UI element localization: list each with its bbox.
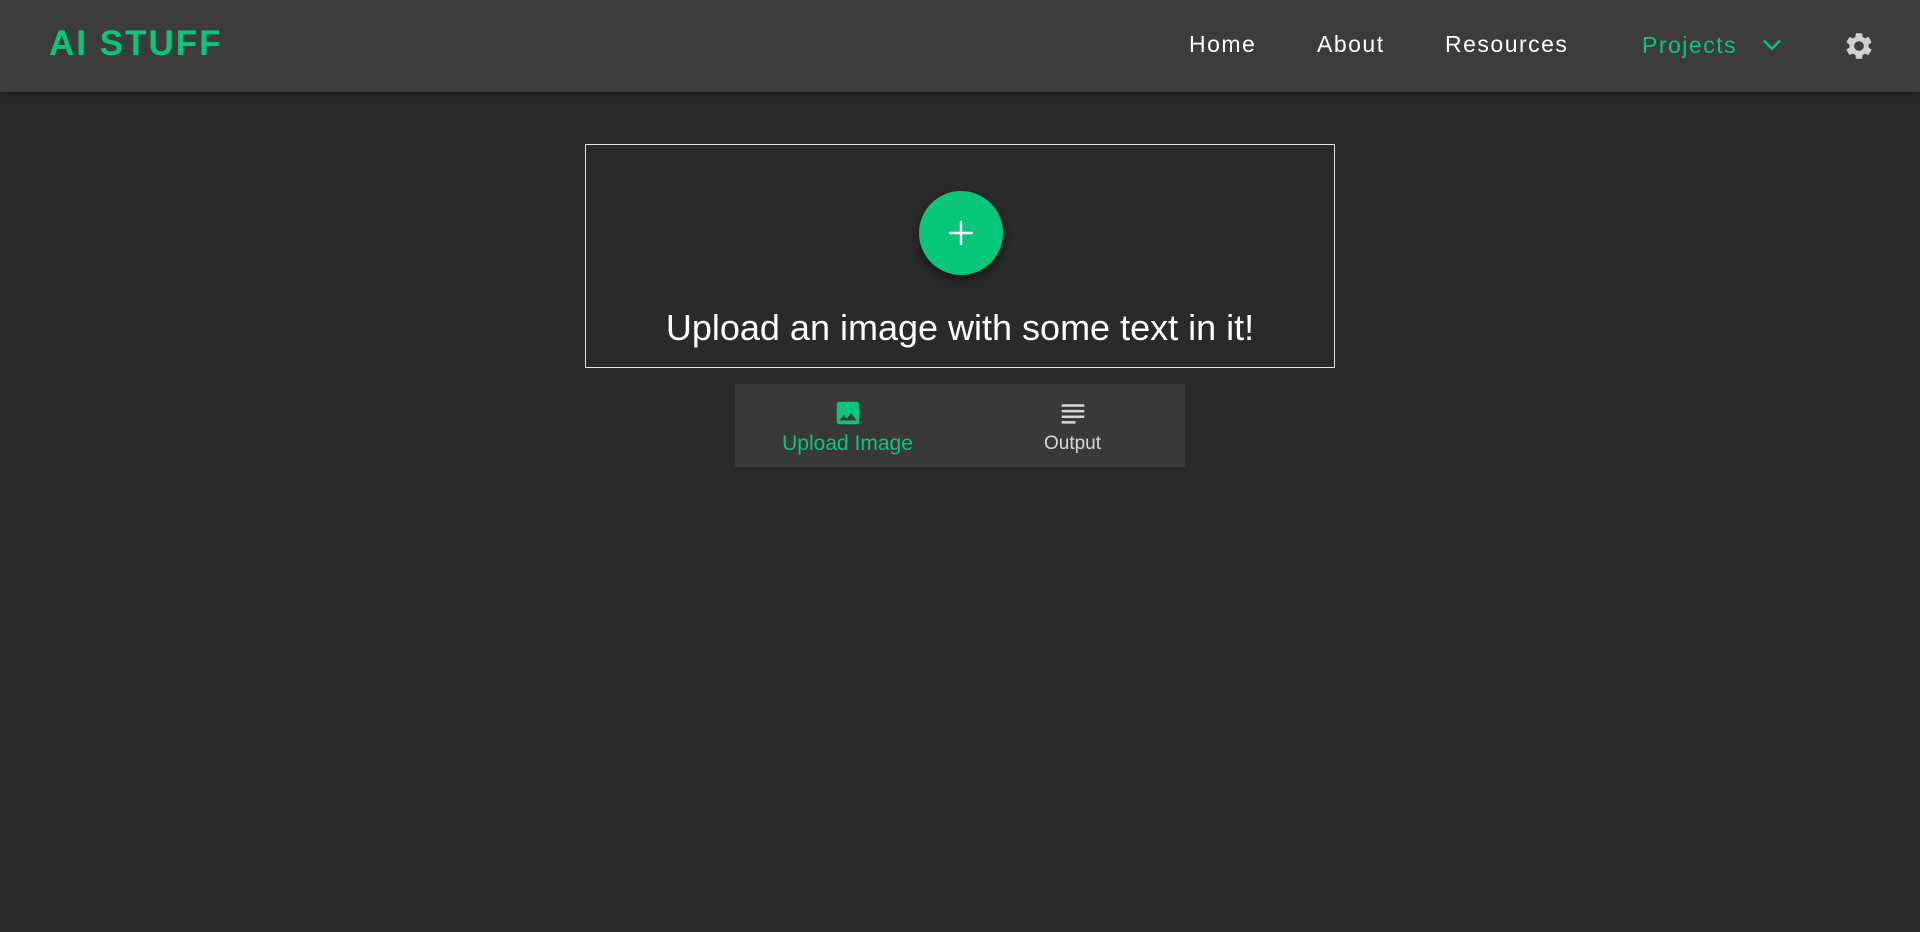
upload-prompt: Upload an image with some text in it! bbox=[665, 307, 1255, 348]
nav-projects-dropdown[interactable]: Projects bbox=[1642, 29, 1783, 61]
nav-home-link[interactable]: Home bbox=[1189, 29, 1256, 59]
tab-upload-image[interactable]: Upload Image bbox=[735, 384, 960, 467]
gear-icon[interactable] bbox=[1843, 30, 1875, 62]
tab-output[interactable]: Output bbox=[960, 384, 1185, 467]
image-icon bbox=[836, 401, 860, 425]
tab-upload-image-label: Upload Image bbox=[782, 432, 913, 455]
nav-projects-label: Projects bbox=[1642, 32, 1738, 58]
nav-resources-link[interactable]: Resources bbox=[1445, 29, 1568, 59]
tab-output-label: Output bbox=[1043, 433, 1102, 454]
site-logo[interactable]: AI STUFF bbox=[49, 24, 222, 64]
top-navbar: AI STUFF Home About Resources Projects bbox=[0, 0, 1920, 92]
tab-bar: Upload Image Output bbox=[735, 384, 1185, 467]
upload-dropzone[interactable]: Upload an image with some text in it! bbox=[585, 144, 1335, 368]
chevron-down-icon bbox=[1763, 40, 1781, 50]
upload-add-button[interactable] bbox=[919, 191, 1003, 275]
text-lines-icon bbox=[1061, 404, 1085, 424]
nav-about-link[interactable]: About bbox=[1317, 29, 1385, 59]
plus-icon bbox=[948, 220, 974, 246]
